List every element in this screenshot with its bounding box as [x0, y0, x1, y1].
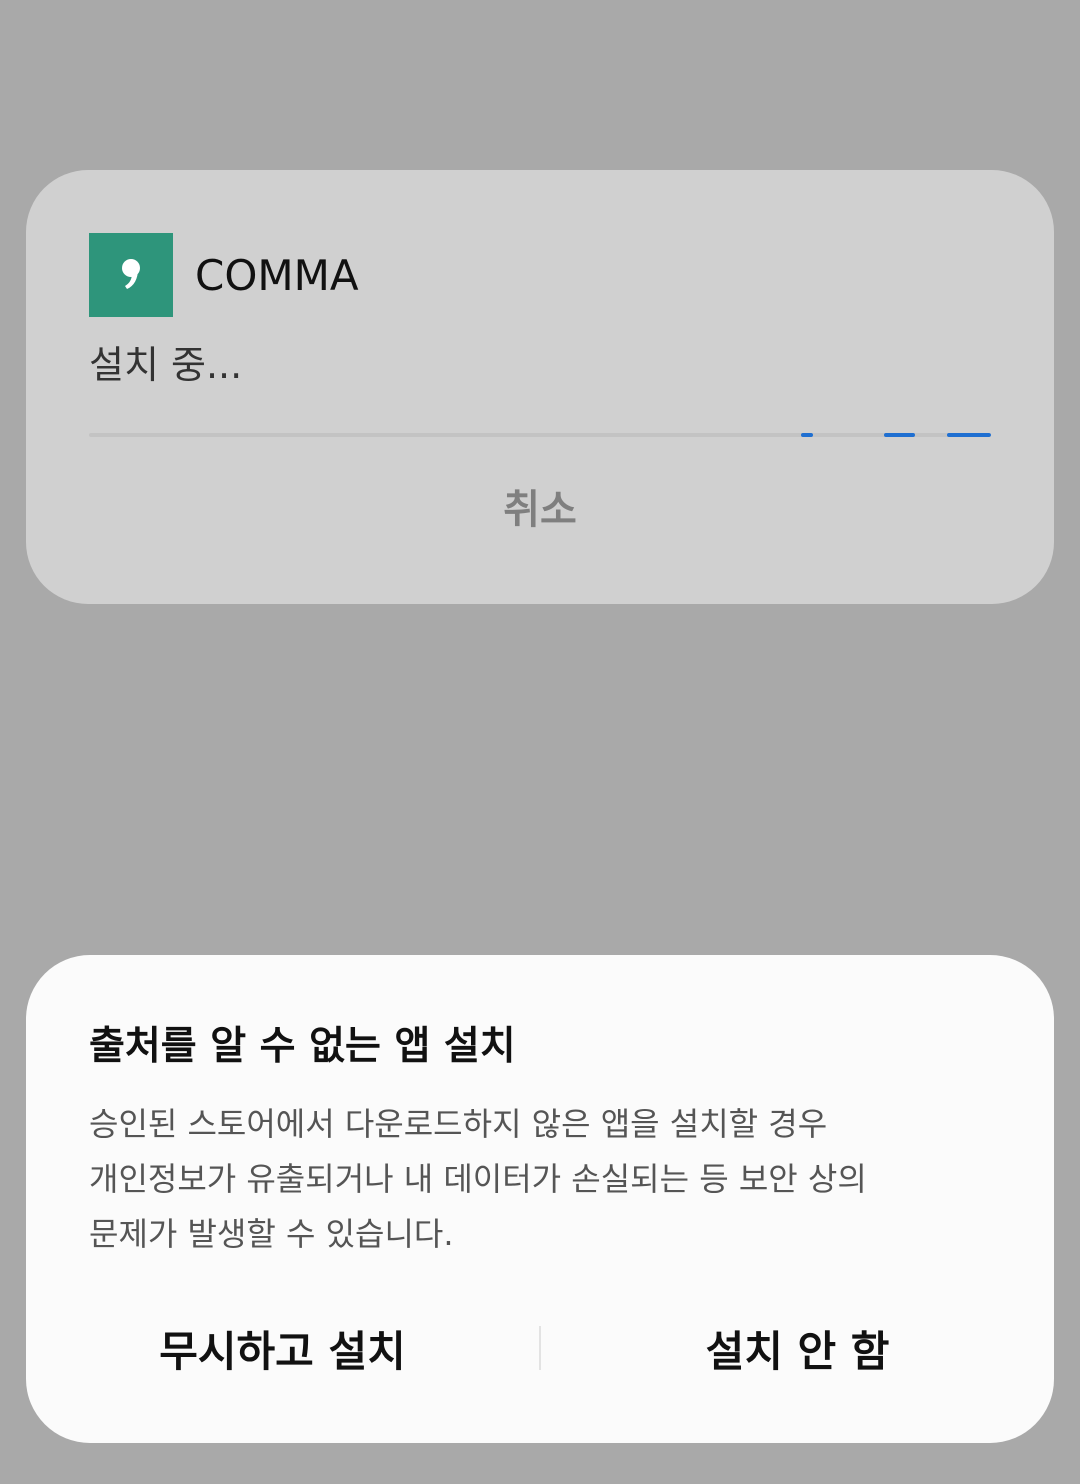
progress-segment [947, 433, 991, 437]
comma-app-icon [89, 233, 173, 317]
cancel-button[interactable]: 취소 [26, 470, 1054, 542]
app-header: COMMA [89, 233, 359, 317]
ignore-and-install-button[interactable]: 무시하고 설치 [26, 1308, 539, 1388]
comma-glyph-icon [122, 259, 140, 289]
app-name: COMMA [195, 250, 359, 300]
dialog-message-line: 문제가 발생할 수 있습니다. [89, 1215, 454, 1253]
dont-install-button[interactable]: 설치 안 함 [541, 1308, 1054, 1388]
indeterminate-progress-bar [89, 433, 991, 437]
installing-card: COMMA 설치 중... 취소 [26, 170, 1054, 604]
progress-segment [801, 433, 813, 437]
dialog-message-line: 승인된 스토어에서 다운로드하지 않은 앱을 설치할 경우 [89, 1105, 828, 1143]
dialog-title: 출처를 알 수 없는 앱 설치 [89, 1024, 516, 1069]
progress-segment [884, 433, 915, 437]
install-status: 설치 중... [89, 343, 243, 387]
dialog-message: 승인된 스토어에서 다운로드하지 않은 앱을 설치할 경우 개인정보가 유출되거… [89, 1097, 969, 1262]
dialog-message-line: 개인정보가 유출되거나 내 데이터가 손실되는 등 보안 상의 [89, 1160, 867, 1198]
dialog-button-row: 무시하고 설치 설치 안 함 [26, 1308, 1054, 1388]
unknown-source-warning-dialog: 출처를 알 수 없는 앱 설치 승인된 스토어에서 다운로드하지 않은 앱을 설… [26, 955, 1054, 1443]
